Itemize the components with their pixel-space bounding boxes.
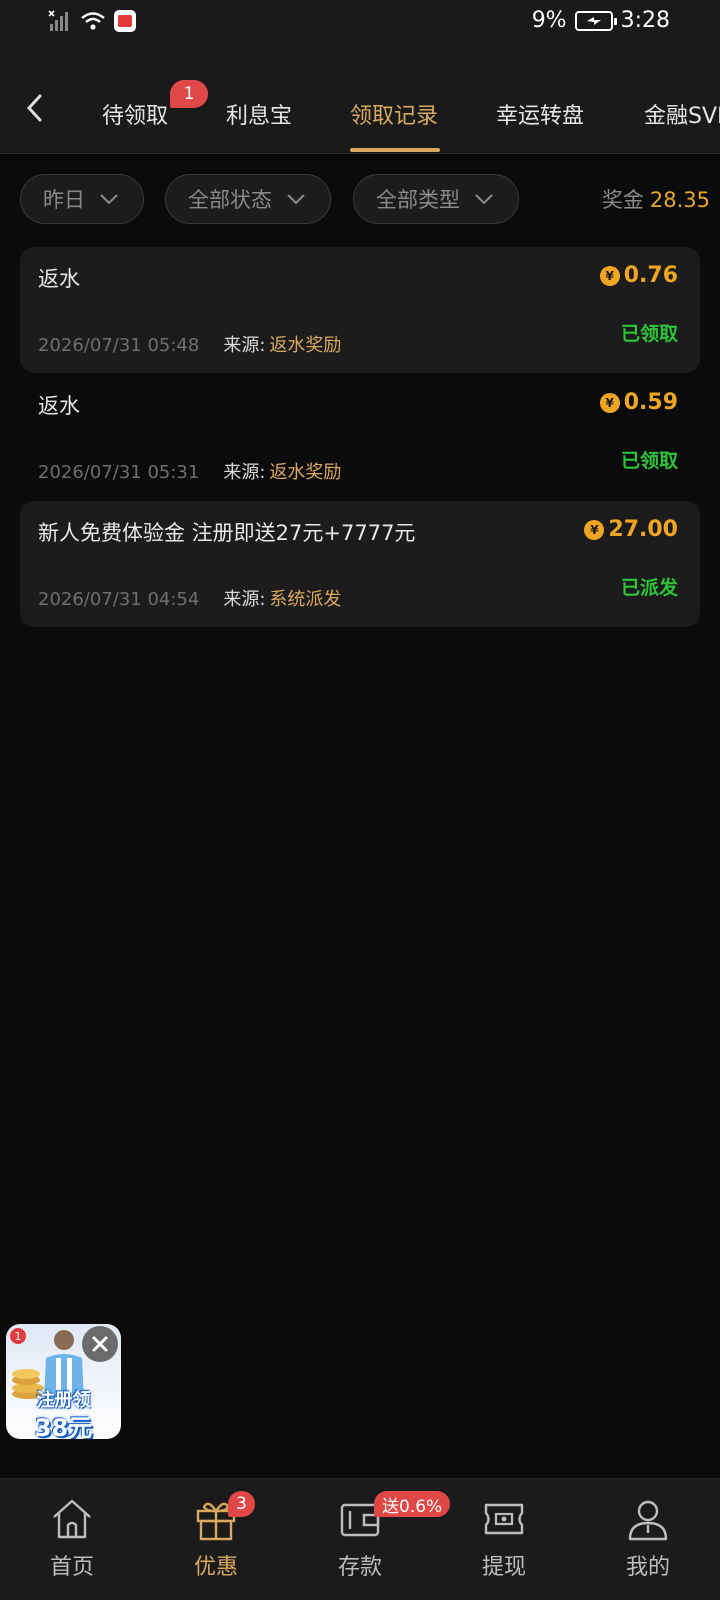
record-status: 已领取: [620, 323, 678, 345]
notification-app-icon: [114, 10, 136, 32]
record-title: 返水: [38, 394, 80, 418]
record-title: 新人免费体验金 注册即送27元+7777元: [38, 521, 416, 545]
yuan-coin-icon: ¥: [599, 392, 620, 413]
record-source: 返水奖励: [269, 335, 342, 356]
type-filter[interactable]: 全部类型: [353, 174, 519, 224]
record-time: 2026/07/31 04:54: [38, 589, 200, 610]
bonus-label: 奖金: [601, 188, 644, 212]
record-item[interactable]: 返水 ¥ 0.59 已领取 2026/07/31 05:31 来源: 返水奖励: [20, 374, 700, 500]
nav-promotions[interactable]: 3 优惠: [166, 1491, 266, 1583]
promo-line2: 38元: [34, 1414, 93, 1439]
record-amount-value: 0.59: [623, 390, 678, 415]
user-icon: [628, 1500, 668, 1541]
tab-interest[interactable]: 利息宝: [226, 98, 292, 130]
record-source: 返水奖励: [269, 462, 342, 483]
bonus-value: 28.35: [649, 188, 710, 212]
battery-percent: 9%: [531, 8, 567, 33]
record-amount-value: 27.00: [608, 517, 678, 542]
status-bar: 9% 3:28: [0, 0, 720, 52]
nav-home[interactable]: 首页: [22, 1497, 122, 1583]
record-amount-value: 0.76: [623, 263, 678, 288]
status-filter-label: 全部状态: [188, 188, 272, 212]
close-icon: [92, 1336, 108, 1352]
filter-bar: 昨日 全部状态 全部类型 奖金 28.35: [20, 174, 710, 224]
nav-profile[interactable]: 我的: [598, 1497, 698, 1583]
wifi-icon: [81, 12, 105, 30]
record-item[interactable]: 新人免费体验金 注册即送27元+7777元 ¥ 27.00 已派发 2026/0…: [20, 501, 700, 627]
record-source: 系统派发: [269, 589, 342, 610]
tab-claim-records[interactable]: 领取记录: [350, 98, 438, 130]
record-meta: 2026/07/31 05:48 来源: 返水奖励: [38, 331, 341, 357]
record-time: 2026/07/31 05:31: [38, 462, 200, 483]
status-icons-left: [48, 10, 136, 32]
bonus-total: 奖金 28.35: [602, 184, 710, 214]
signal-icon: [48, 10, 68, 31]
date-filter[interactable]: 昨日: [20, 174, 144, 224]
tab-bar: 待领取 1 利息宝 领取记录 幸运转盘 金融SVIP: [0, 52, 720, 154]
chevron-down-icon: [475, 194, 493, 205]
promo-close-button[interactable]: [82, 1326, 118, 1362]
chevron-down-icon: [287, 194, 305, 205]
record-meta: 2026/07/31 05:31 来源: 返水奖励: [38, 458, 341, 484]
yuan-coin-icon: ¥: [584, 519, 605, 540]
active-tab-indicator: [350, 148, 440, 152]
status-icons-right: 9% 3:28: [532, 8, 670, 33]
nav-deposit-badge: 送0.6%: [374, 1491, 451, 1517]
ticket-icon: [484, 1503, 524, 1535]
record-status: 已领取: [620, 450, 678, 472]
record-meta: 2026/07/31 04:54 来源: 系统派发: [38, 585, 341, 611]
battery-icon: [574, 10, 617, 31]
record-source-label: 来源:: [223, 335, 266, 356]
record-status: 已派发: [620, 577, 678, 599]
type-filter-label: 全部类型: [376, 188, 460, 212]
date-filter-label: 昨日: [43, 188, 85, 212]
record-amount: ¥ 0.76: [599, 263, 678, 288]
record-time: 2026/07/31 05:48: [38, 335, 200, 356]
nav-home-label: 首页: [49, 1555, 94, 1580]
record-source-label: 来源:: [223, 462, 266, 483]
promo-badge: 1: [10, 1328, 26, 1344]
status-filter[interactable]: 全部状态: [165, 174, 331, 224]
record-item[interactable]: 返水 ¥ 0.76 已领取 2026/07/31 05:48 来源: 返水奖励: [20, 247, 700, 373]
nav-profile-label: 我的: [625, 1555, 670, 1580]
nav-deposit[interactable]: 送0.6% 存款: [310, 1491, 451, 1583]
record-amount: ¥ 27.00: [584, 517, 678, 542]
nav-promotions-badge: 3: [228, 1491, 255, 1517]
tab-header: 待领取 1 利息宝 领取记录 幸运转盘 金融SVIP: [0, 52, 720, 154]
record-amount: ¥ 0.59: [599, 390, 678, 415]
clock: 3:28: [620, 8, 670, 33]
nav-withdraw[interactable]: 提现: [454, 1497, 554, 1583]
nav-deposit-label: 存款: [337, 1555, 382, 1580]
nav-withdraw-label: 提现: [481, 1555, 526, 1580]
bottom-nav: 首页 3 优惠 送0.6% 存款 提现 我的: [0, 1478, 720, 1600]
floating-promo[interactable]: 注册领 38元 1: [6, 1324, 121, 1439]
home-icon: [53, 1499, 91, 1539]
tab-pending-badge: 1: [170, 80, 208, 108]
chevron-down-icon: [100, 194, 118, 205]
tab-finance-svip[interactable]: 金融SVIP: [644, 98, 720, 130]
tab-lucky-wheel[interactable]: 幸运转盘: [496, 98, 584, 130]
record-source-label: 来源:: [223, 589, 266, 610]
tab-pending[interactable]: 待领取: [102, 98, 168, 130]
nav-promotions-label: 优惠: [193, 1555, 238, 1580]
record-title: 返水: [38, 267, 80, 291]
yuan-coin-icon: ¥: [599, 265, 620, 286]
